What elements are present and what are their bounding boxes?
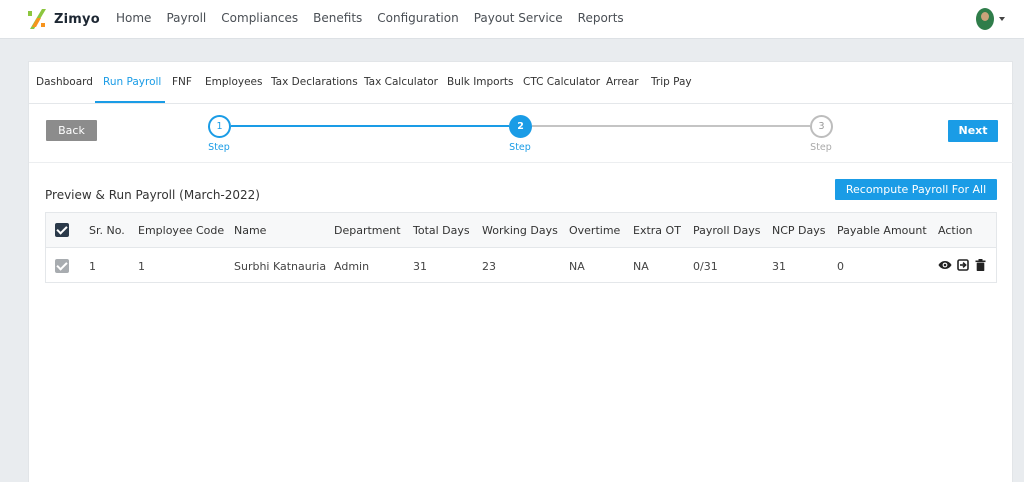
col-sr-no: Sr. No. xyxy=(89,224,125,237)
col-overtime: Overtime xyxy=(569,224,621,237)
zimyo-logo[interactable]: Zimyo xyxy=(28,9,100,29)
nav-reports[interactable]: Reports xyxy=(578,11,624,25)
user-avatar[interactable] xyxy=(976,8,994,30)
cell-total-days: 31 xyxy=(413,260,427,273)
col-total-days: Total Days xyxy=(413,224,470,237)
cell-payroll-days: 0/31 xyxy=(693,260,718,273)
cell-employee-code: 1 xyxy=(138,260,145,273)
divider xyxy=(29,162,1014,163)
tab-tax-declarations[interactable]: Tax Declarations xyxy=(271,76,358,88)
nav-home[interactable]: Home xyxy=(116,11,151,25)
step-3-circle: 3 xyxy=(810,115,833,138)
tab-ctc-calculator[interactable]: CTC Calculator xyxy=(523,76,600,88)
step-connector-1 xyxy=(231,125,509,127)
cell-ncp-days: 31 xyxy=(772,260,786,273)
active-tab-indicator xyxy=(95,101,165,103)
brand-name: Zimyo xyxy=(54,11,100,27)
next-button[interactable]: Next xyxy=(948,120,998,142)
nav-payroll[interactable]: Payroll xyxy=(166,11,206,25)
col-name: Name xyxy=(234,224,267,237)
step-1-circle: 1 xyxy=(208,115,231,138)
sign-in-icon[interactable] xyxy=(957,259,969,271)
caret-down-icon[interactable] xyxy=(999,17,1005,21)
col-working-days: Working Days xyxy=(482,224,558,237)
step-2-label: Step xyxy=(509,142,531,153)
step-1-label: Step xyxy=(208,142,230,153)
col-department: Department xyxy=(334,224,401,237)
tab-arrear[interactable]: Arrear xyxy=(606,76,639,88)
tab-fnf[interactable]: FNF xyxy=(172,76,192,88)
eye-icon[interactable] xyxy=(938,259,952,271)
row-checkbox[interactable] xyxy=(55,259,69,273)
col-payroll-days: Payroll Days xyxy=(693,224,761,237)
nav-compliances[interactable]: Compliances xyxy=(221,11,298,25)
zimyo-logo-icon xyxy=(28,9,46,29)
back-button[interactable]: Back xyxy=(46,120,97,141)
tab-employees[interactable]: Employees xyxy=(205,76,262,88)
col-employee-code: Employee Code xyxy=(138,224,225,237)
recompute-payroll-button[interactable]: Recompute Payroll For All xyxy=(835,179,997,200)
step-3-label: Step xyxy=(810,142,832,153)
cell-payable-amount: 0 xyxy=(837,260,844,273)
col-payable-amount: Payable Amount xyxy=(837,224,927,237)
select-all-checkbox[interactable] xyxy=(55,223,69,237)
cell-working-days: 23 xyxy=(482,260,496,273)
tab-dashboard[interactable]: Dashboard xyxy=(36,76,93,88)
payroll-tabs: Dashboard Run Payroll FNF Employees Tax … xyxy=(29,62,1014,104)
cell-extra-ot: NA xyxy=(633,260,649,273)
tab-run-payroll[interactable]: Run Payroll xyxy=(103,76,161,88)
top-navbar: Zimyo Home Payroll Compliances Benefits … xyxy=(0,0,1024,39)
step-2-circle: 2 xyxy=(509,115,532,138)
payroll-table: Sr. No. Employee Code Name Department To… xyxy=(45,212,997,283)
nav-payout-service[interactable]: Payout Service xyxy=(474,11,563,25)
nav-benefits[interactable]: Benefits xyxy=(313,11,362,25)
cell-name: Surbhi Katnauria xyxy=(234,260,327,273)
table-header: Sr. No. Employee Code Name Department To… xyxy=(46,213,996,248)
nav-configuration[interactable]: Configuration xyxy=(377,11,458,25)
col-ncp-days: NCP Days xyxy=(772,224,826,237)
step-connector-2 xyxy=(532,125,810,127)
tab-trip-pay[interactable]: Trip Pay xyxy=(651,76,692,88)
cell-overtime: NA xyxy=(569,260,585,273)
trash-icon[interactable] xyxy=(975,259,986,271)
payroll-card: Dashboard Run Payroll FNF Employees Tax … xyxy=(28,61,1014,482)
tab-bulk-imports[interactable]: Bulk Imports xyxy=(447,76,514,88)
section-title: Preview & Run Payroll (March-2022) xyxy=(45,188,260,202)
top-nav: Home Payroll Compliances Benefits Config… xyxy=(116,11,639,25)
avatar-face xyxy=(981,12,989,21)
cell-sr-no: 1 xyxy=(89,260,96,273)
tab-tax-calculator[interactable]: Tax Calculator xyxy=(364,76,438,88)
cell-department: Admin xyxy=(334,260,370,273)
col-extra-ot: Extra OT xyxy=(633,224,681,237)
col-action: Action xyxy=(938,224,973,237)
